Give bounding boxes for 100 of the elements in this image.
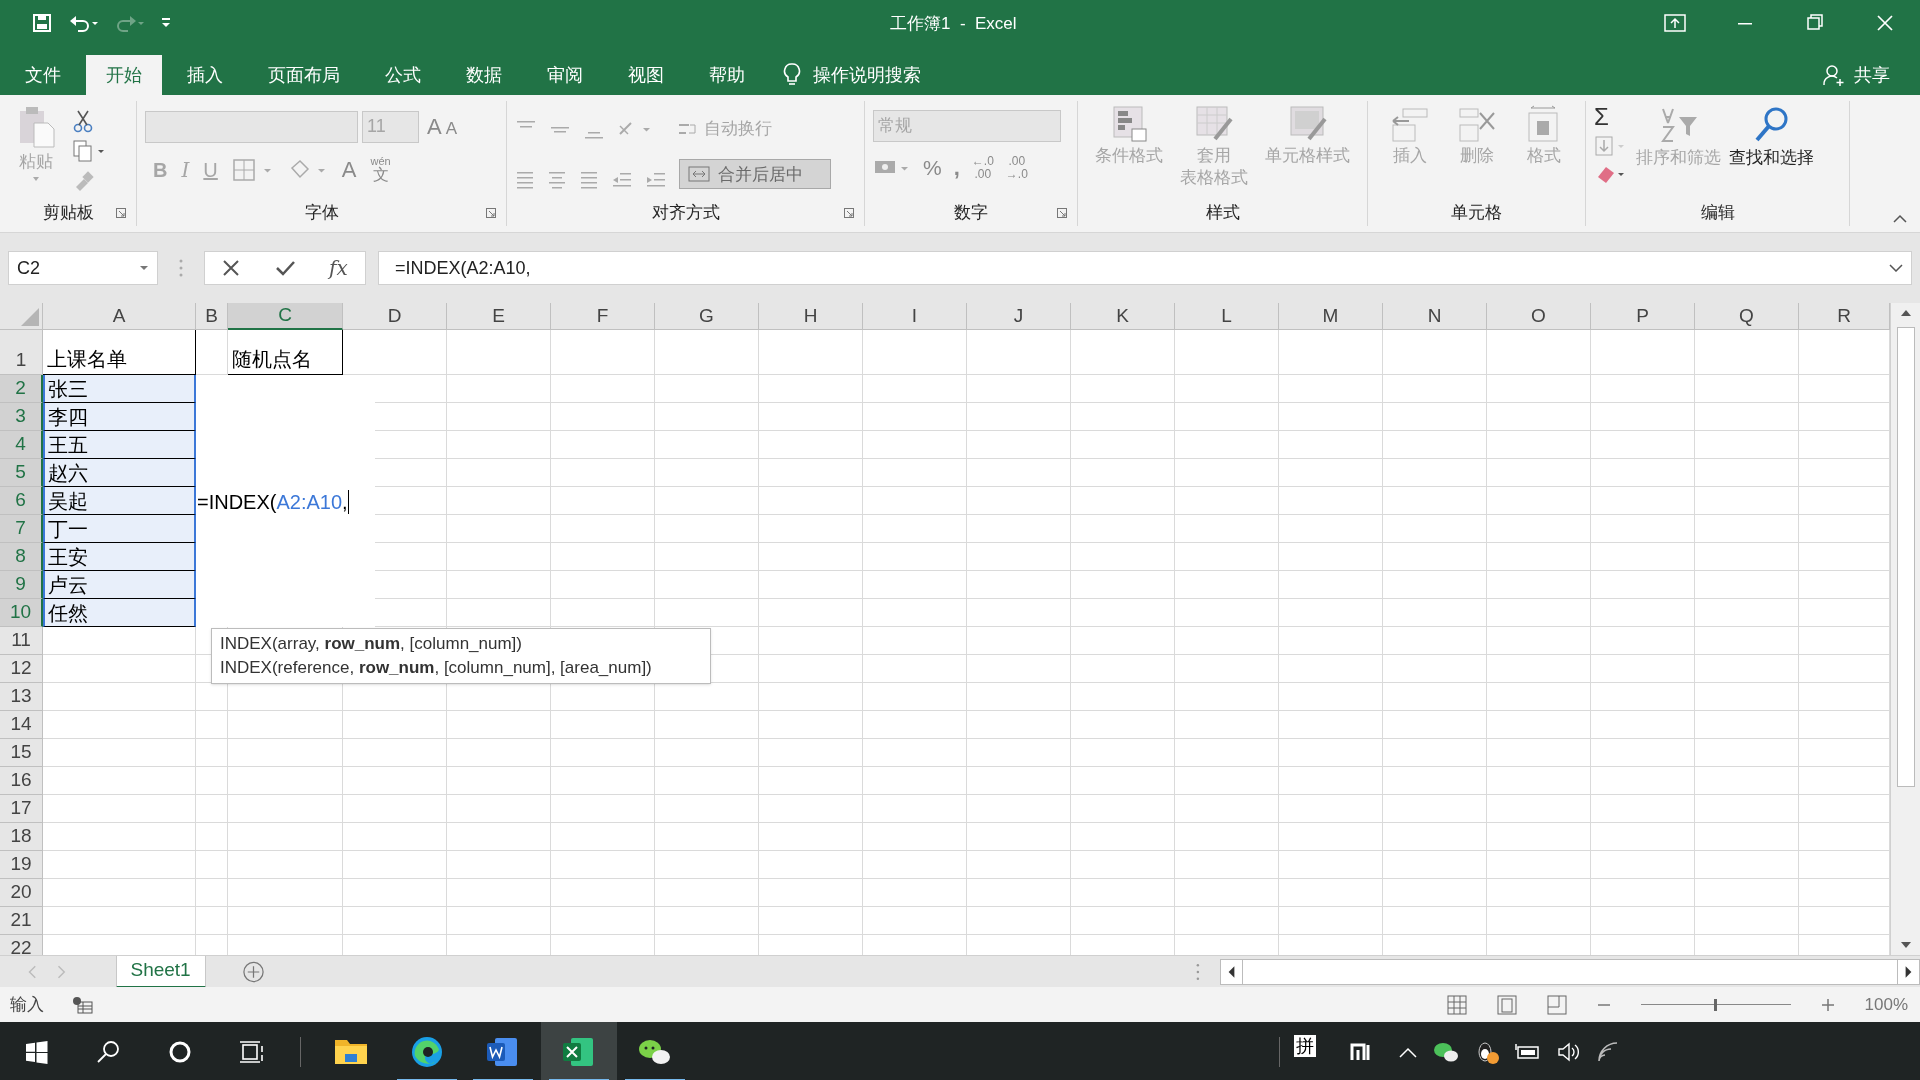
speaker-icon[interactable] — [1556, 1041, 1582, 1063]
zoom-level[interactable]: 100% — [1864, 991, 1908, 1018]
normal-view-icon[interactable] — [1446, 994, 1467, 1015]
column-header[interactable]: P — [1591, 303, 1695, 330]
column-header[interactable]: F — [551, 303, 655, 330]
insert-function-button[interactable]: fx — [329, 253, 348, 283]
row-header[interactable]: 8 — [0, 543, 43, 571]
formula-field[interactable]: =INDEX(A2:A10, — [378, 251, 1912, 285]
column-header[interactable]: A — [43, 303, 196, 330]
column-header[interactable]: E — [447, 303, 551, 330]
ribbon-tab[interactable]: 帮助 — [689, 55, 765, 95]
row-header[interactable]: 19 — [0, 851, 43, 879]
row-header[interactable]: 13 — [0, 683, 43, 711]
ribbon-tab[interactable]: 审阅 — [527, 55, 603, 95]
ribbon-tab[interactable]: 页面布局 — [248, 55, 360, 95]
customize-toolbar-icon[interactable] — [160, 16, 172, 30]
column-header[interactable]: B — [196, 303, 228, 330]
page-layout-view-icon[interactable] — [1496, 994, 1517, 1015]
macro-recording-icon[interactable] — [72, 995, 94, 1014]
row-header[interactable]: 15 — [0, 739, 43, 767]
column-header[interactable]: D — [343, 303, 447, 330]
column-header[interactable]: R — [1799, 303, 1890, 330]
dialog-launcher-icon[interactable] — [1057, 208, 1067, 218]
person-add-icon[interactable] — [1822, 63, 1846, 87]
splitter-icon[interactable] — [1194, 961, 1201, 982]
column-header[interactable]: K — [1071, 303, 1175, 330]
row-header[interactable]: 3 — [0, 403, 43, 431]
row-header[interactable]: 1 — [0, 330, 43, 375]
ribbon-tab[interactable]: 开始 — [86, 55, 162, 95]
row-header[interactable]: 10 — [0, 599, 43, 627]
ribbon-tab[interactable]: 插入 — [167, 55, 243, 95]
lightbulb-icon[interactable] — [783, 62, 801, 88]
comma-style-button[interactable]: , — [953, 156, 960, 179]
ribbon-tab[interactable]: 数据 — [446, 55, 522, 95]
font-color-button[interactable]: A — [341, 153, 357, 186]
grow-font-button[interactable]: A — [427, 110, 442, 143]
column-header[interactable]: J — [967, 303, 1071, 330]
row-header[interactable]: 16 — [0, 767, 43, 795]
undo-icon[interactable] — [68, 13, 98, 33]
phonetic-guide-button[interactable]: wén 文 — [370, 156, 391, 183]
ribbon-tab[interactable]: 公式 — [365, 55, 441, 95]
row-header[interactable]: 20 — [0, 879, 43, 907]
dialog-launcher-icon[interactable] — [844, 208, 854, 218]
chat-tray-icon[interactable] — [1432, 1040, 1460, 1064]
row-header[interactable]: 7 — [0, 515, 43, 543]
row-header[interactable]: 4 — [0, 431, 43, 459]
dialog-launcher-icon[interactable] — [116, 208, 126, 218]
find-select-button[interactable]: 查找和选择 — [1729, 105, 1814, 200]
row-header[interactable]: 22 — [0, 935, 43, 955]
input-method-indicator[interactable]: 拼 — [1294, 1035, 1316, 1057]
row-header[interactable]: 2 — [0, 375, 43, 403]
show-hidden-icons-icon[interactable] — [1398, 1045, 1418, 1059]
column-header[interactable]: H — [759, 303, 863, 330]
ribbon-tab[interactable]: 文件 — [5, 55, 81, 95]
row-header[interactable]: 6 — [0, 487, 43, 515]
zoom-slider-thumb[interactable] — [1714, 998, 1717, 1011]
dialog-launcher-icon[interactable] — [486, 208, 496, 218]
save-icon[interactable] — [32, 13, 52, 33]
battery-icon[interactable] — [1514, 1042, 1542, 1062]
column-header[interactable]: M — [1279, 303, 1383, 330]
autosum-button[interactable]: Σ — [1594, 105, 1628, 129]
column-header[interactable]: O — [1487, 303, 1591, 330]
column-header[interactable]: L — [1175, 303, 1279, 330]
table-cell: 张三 — [43, 375, 196, 403]
wifi-icon[interactable] — [1596, 1041, 1620, 1063]
enter-icon[interactable] — [274, 259, 295, 277]
row-header[interactable]: 21 — [0, 907, 43, 935]
horizontal-scrollbar[interactable] — [1220, 958, 1920, 985]
column-header[interactable]: N — [1383, 303, 1487, 330]
row-header[interactable]: 12 — [0, 655, 43, 683]
vertical-scrollbar[interactable] — [1890, 303, 1920, 955]
scissors-icon[interactable] — [72, 109, 94, 133]
collapse-ribbon-icon[interactable] — [1892, 214, 1908, 224]
zoom-slider[interactable] — [1640, 997, 1791, 1012]
sheet-tab[interactable]: Sheet1 — [115, 955, 206, 988]
share-button[interactable]: 共享 — [1854, 61, 1890, 89]
row-header[interactable]: 5 — [0, 459, 43, 487]
ribbon-tab[interactable]: 视图 — [608, 55, 684, 95]
row-header[interactable]: 17 — [0, 795, 43, 823]
percent-button[interactable]: % — [923, 152, 942, 184]
new-sheet-icon[interactable] — [241, 959, 265, 984]
column-header[interactable]: G — [655, 303, 759, 330]
page-break-view-icon[interactable] — [1546, 994, 1567, 1015]
row-header[interactable]: 14 — [0, 711, 43, 739]
column-header[interactable]: I — [863, 303, 967, 330]
copy-icon[interactable] — [72, 139, 106, 163]
cancel-icon[interactable] — [222, 259, 241, 277]
name-box[interactable]: C2 — [8, 251, 158, 285]
font-name-field[interactable] — [145, 110, 358, 143]
column-header[interactable]: C — [228, 303, 343, 330]
decrease-decimal-button[interactable]: .00 →.0 — [1005, 154, 1028, 181]
row-header[interactable]: 18 — [0, 823, 43, 851]
row-header[interactable]: 9 — [0, 571, 43, 599]
tell-me-search[interactable]: 操作说明搜索 — [813, 61, 921, 89]
redo-icon[interactable] — [114, 13, 144, 33]
shrink-font-button[interactable]: A — [445, 115, 458, 142]
zoom-in-icon[interactable] — [1820, 997, 1835, 1012]
column-header[interactable]: Q — [1695, 303, 1799, 330]
row-header[interactable]: 11 — [0, 627, 43, 655]
increase-decimal-button[interactable]: ←.0 .00 — [971, 154, 994, 181]
